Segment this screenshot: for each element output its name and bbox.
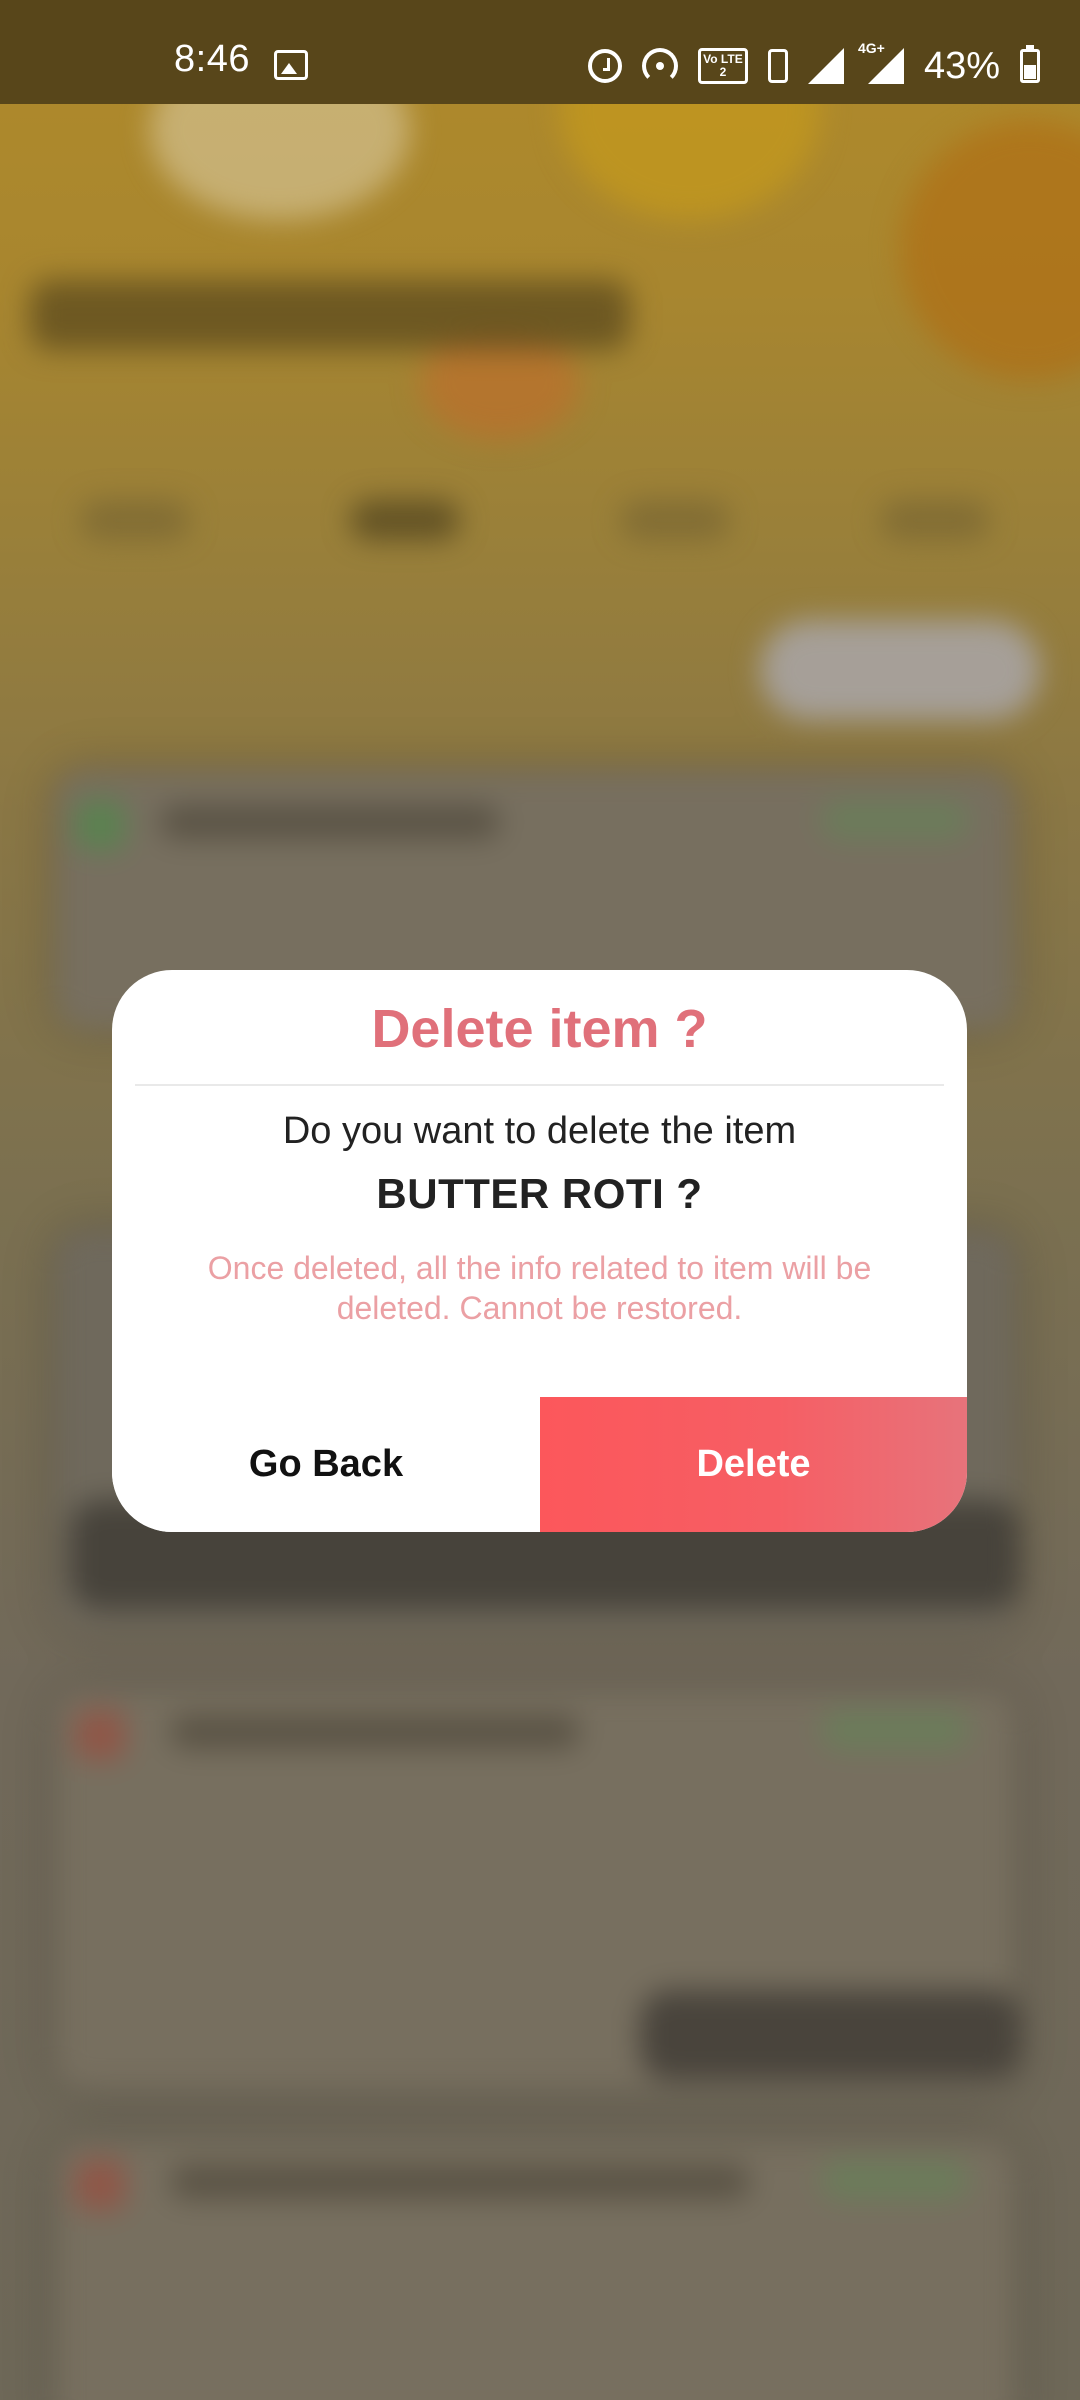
background-text [170,2165,750,2199]
background-veg-icon [75,800,125,850]
dialog-question: Do you want to delete the item [282,1110,797,1152]
status-icons: Vo LTE 2 4G+ 43% [587,40,1040,87]
signal-4g-icon: 4G+ [858,40,904,84]
background-tag [820,1710,970,1750]
background-tag [820,800,970,840]
background-tab [880,500,990,540]
background-title [30,280,630,350]
background-nonveg-icon [75,2160,125,2210]
alarm-icon [587,49,622,83]
hotspot-icon [641,48,678,84]
delete-item-dialog: Delete item ? Do you want to delete the … [112,970,967,1532]
delete-button[interactable]: Delete [540,1397,967,1532]
background-nonveg-icon [75,1710,125,1760]
dialog-warning-text: Once deleted, all the info related to it… [207,1250,872,1326]
background-tab [80,500,190,540]
background-image-blob [900,120,1080,380]
battery-icon [1020,45,1040,83]
dialog-title: Delete item ? [371,999,708,1059]
background-tab [350,500,460,540]
background-text [160,805,500,839]
background-text [170,1715,580,1749]
background-tab [620,500,730,540]
background-button [760,620,1040,720]
network-type-label: 4G+ [857,40,885,56]
status-bar: 8:46 Vo LTE 2 4G+ 43% [0,0,1080,104]
dialog-divider [135,1084,944,1086]
gallery-icon [274,50,308,80]
background-tag [820,2160,970,2200]
status-time: 8:46 [174,38,250,80]
volte-icon: Vo LTE 2 [697,48,748,84]
background-bar [640,1990,1020,2080]
battery-percent: 43% [923,45,1000,87]
go-back-button[interactable]: Go Back [112,1397,540,1532]
vibrate-icon [767,49,788,83]
dialog-item-name: BUTTER ROTI ? [376,1170,703,1217]
signal-icon [807,48,844,84]
